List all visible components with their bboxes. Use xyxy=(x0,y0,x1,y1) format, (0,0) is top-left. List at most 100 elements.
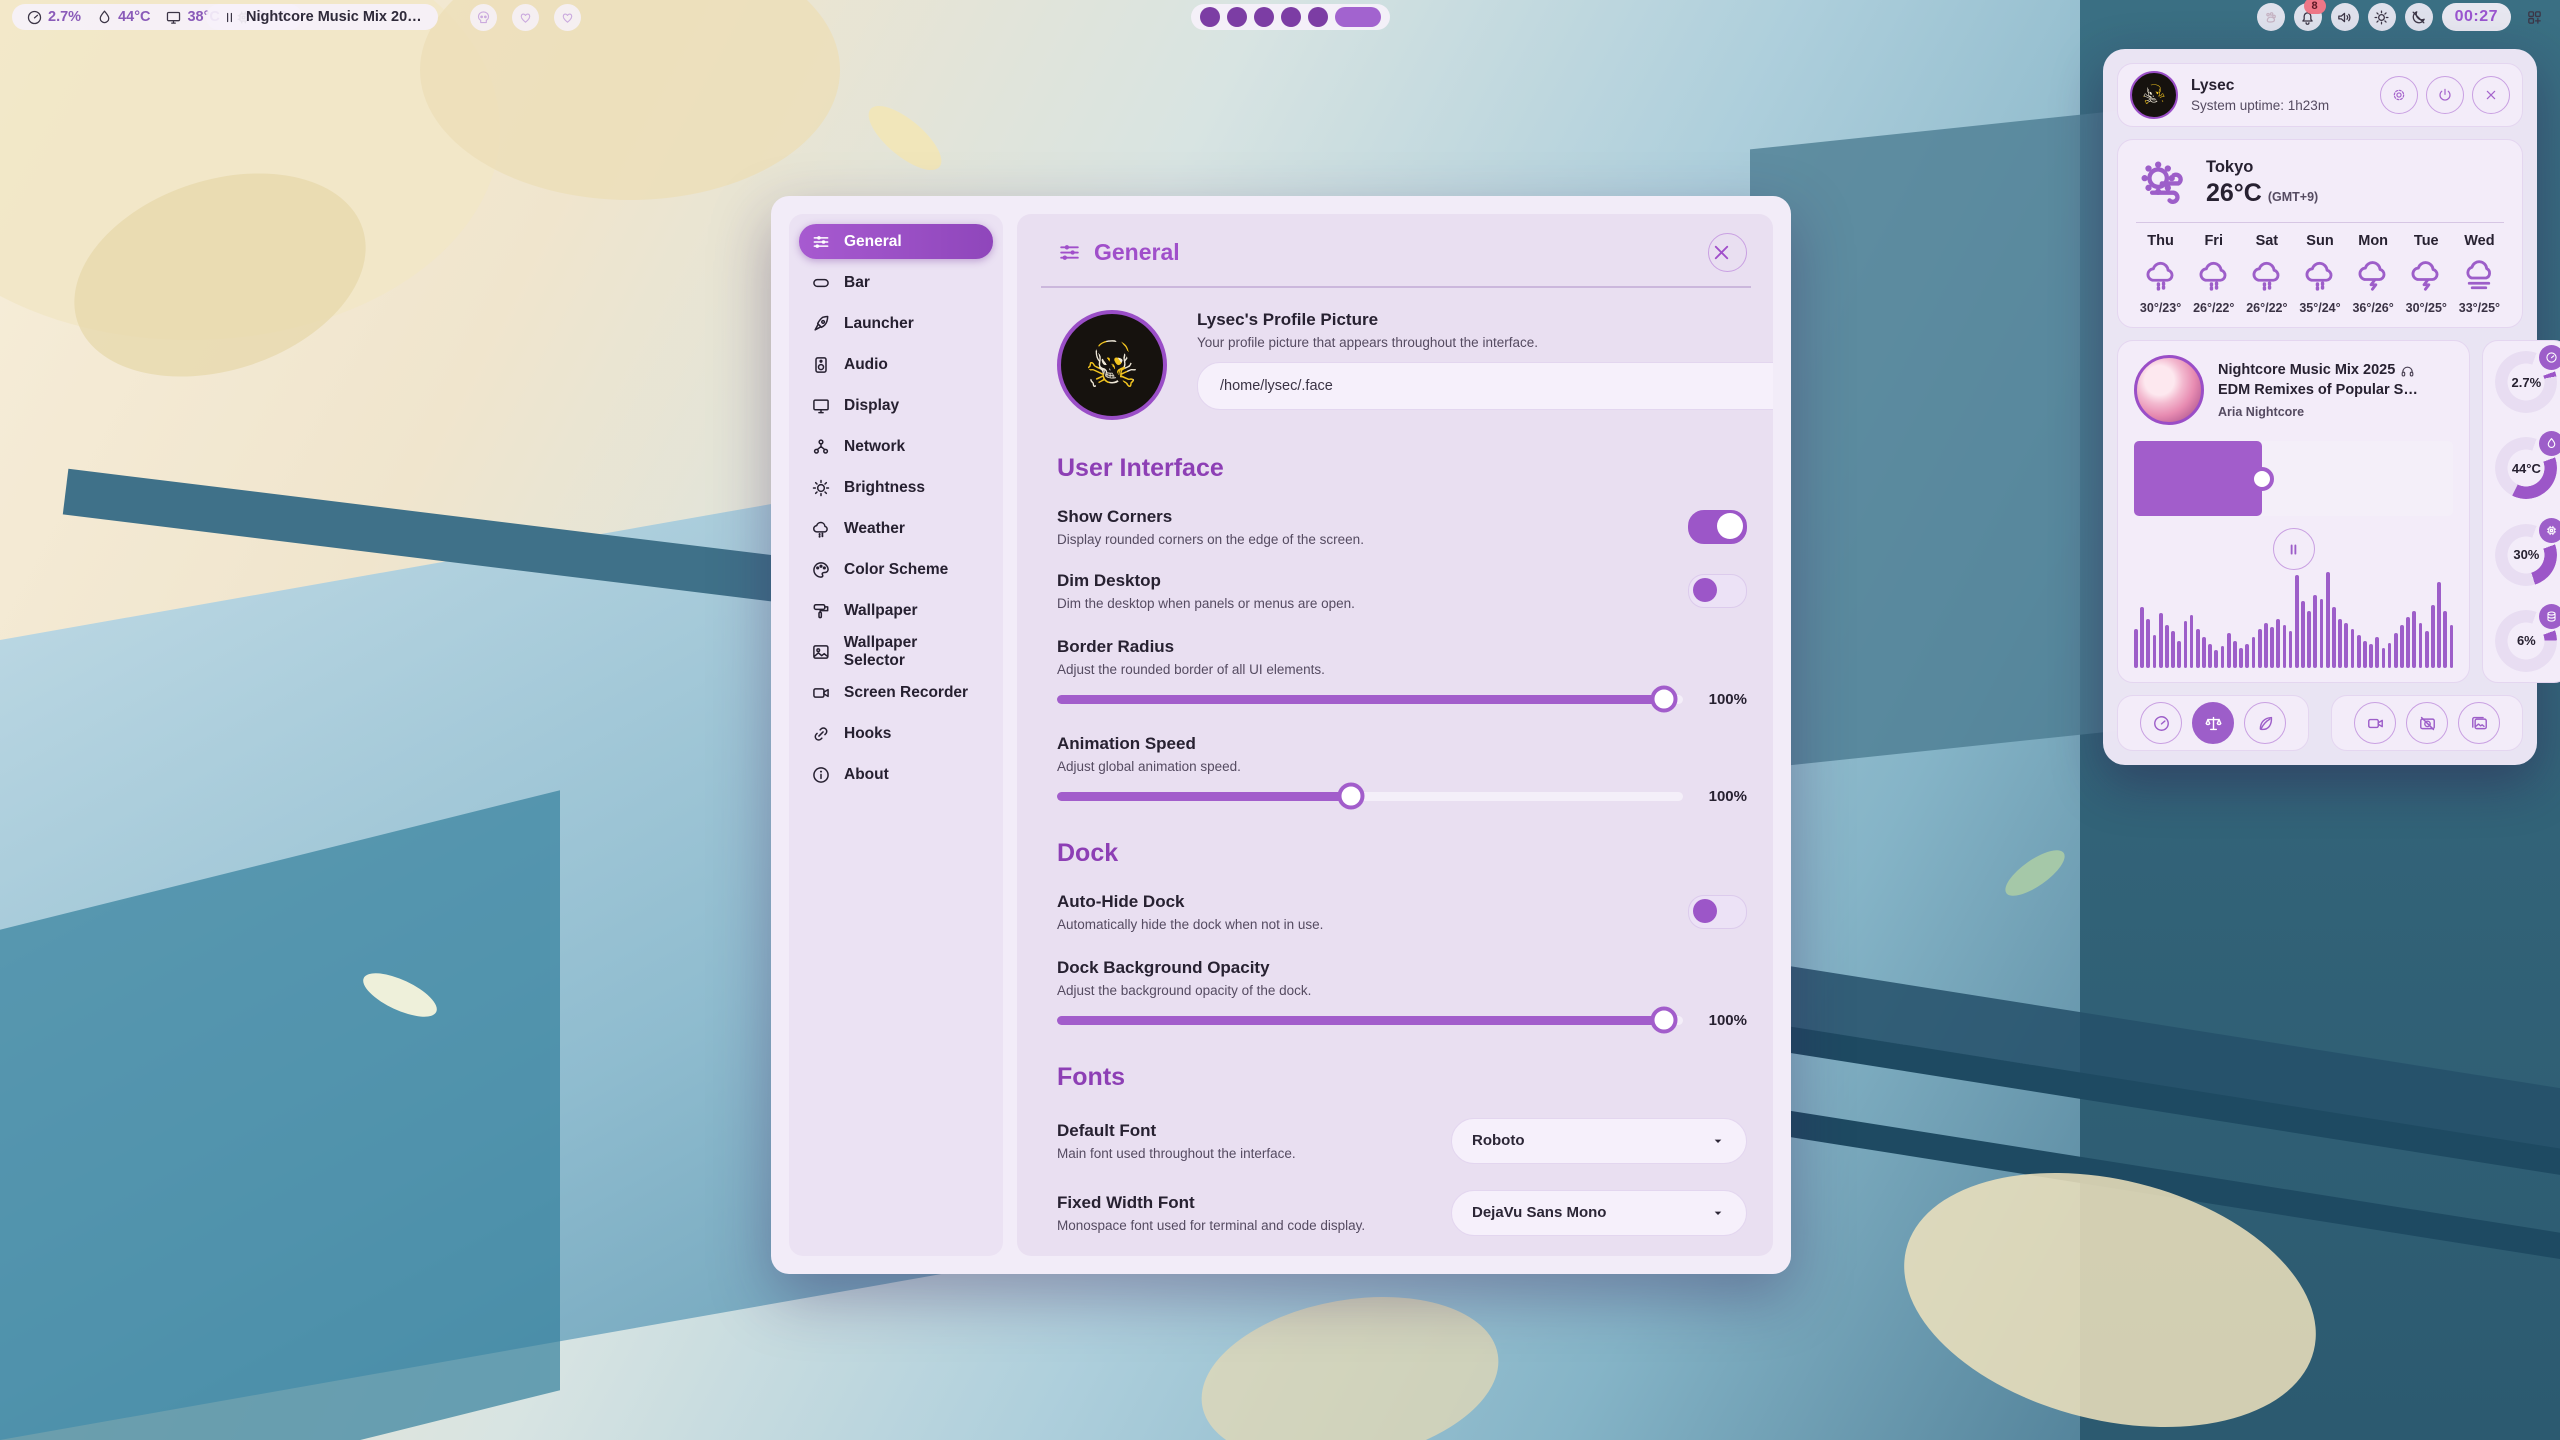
sidebar-item-network[interactable]: Network xyxy=(799,429,993,464)
video-icon xyxy=(2366,714,2385,733)
balanced-profile-button[interactable] xyxy=(2192,702,2234,744)
section-heading-fonts: Fonts xyxy=(1057,1063,1747,1092)
notifications-button[interactable]: 8 xyxy=(2294,3,2322,31)
workspace-active-indicator[interactable] xyxy=(1335,7,1381,27)
slider-thumb[interactable] xyxy=(1338,783,1365,810)
tray-app-button[interactable] xyxy=(2257,3,2285,31)
sidebar-item-label: Display xyxy=(844,397,899,415)
visualizer-bar xyxy=(2270,627,2274,668)
cloud-rain-icon xyxy=(2249,257,2285,293)
sidebar-item-bar[interactable]: Bar xyxy=(799,265,993,300)
visualizer-bar xyxy=(2450,625,2454,668)
cloud-rain-icon xyxy=(2143,257,2179,293)
visualizer-bar xyxy=(2400,625,2404,668)
paint-roller-icon xyxy=(811,601,831,621)
info-icon xyxy=(811,765,831,785)
auto-hide-dock-toggle[interactable] xyxy=(1688,895,1747,929)
workspace-dot[interactable] xyxy=(1227,7,1247,27)
system-gauges: 2.7% 44°C 30% 6% xyxy=(2482,340,2560,683)
sidebar-item-about[interactable]: About xyxy=(799,757,993,792)
slider-thumb[interactable] xyxy=(2250,467,2274,491)
visualizer-bar xyxy=(2153,635,2157,668)
wallpaper-button[interactable] xyxy=(2458,702,2500,744)
cloud-rain-icon xyxy=(2302,257,2338,293)
clock-module[interactable]: 00:27 xyxy=(2442,3,2511,31)
visualizer-bar xyxy=(2239,648,2243,668)
sidebar-item-audio[interactable]: Audio xyxy=(799,347,993,382)
sidebar-item-wallpaper-selector[interactable]: Wallpaper Selector xyxy=(799,634,993,669)
animation-speed-slider[interactable] xyxy=(1057,792,1683,801)
workspace-dot[interactable] xyxy=(1281,7,1301,27)
close-settings-button[interactable] xyxy=(1708,233,1747,272)
brightness-button[interactable] xyxy=(2368,3,2396,31)
scales-icon xyxy=(2204,714,2223,733)
monitor-icon xyxy=(165,9,182,26)
sidebar-item-weather[interactable]: Weather xyxy=(799,511,993,546)
sidebar-item-color-scheme[interactable]: Color Scheme xyxy=(799,552,993,587)
workspace-dot[interactable] xyxy=(1254,7,1274,27)
fixed-font-dropdown[interactable]: DejaVu Sans Mono xyxy=(1451,1190,1747,1236)
quick-launch-heart-1[interactable] xyxy=(512,4,539,31)
slider-thumb[interactable] xyxy=(1651,686,1678,713)
cpu-usage-stat: 2.7% xyxy=(26,9,81,26)
visualizer-bar xyxy=(2406,617,2410,668)
visualizer-bar xyxy=(2363,641,2367,668)
profile-path-input[interactable]: /home/lysec/.face xyxy=(1197,362,1773,410)
sidebar-item-general[interactable]: General xyxy=(799,224,993,259)
sidebar-item-label: Weather xyxy=(844,520,905,538)
power-saver-profile-button[interactable] xyxy=(2244,702,2286,744)
show-corners-toggle[interactable] xyxy=(1688,510,1747,544)
rocket-icon xyxy=(811,314,831,334)
setting-row-show-corners: Show Corners Display rounded corners on … xyxy=(1057,507,1747,547)
slider-thumb[interactable] xyxy=(1651,1007,1678,1034)
screenshot-button[interactable] xyxy=(2406,702,2448,744)
screen-record-button[interactable] xyxy=(2354,702,2396,744)
default-font-dropdown[interactable]: Roboto xyxy=(1451,1118,1747,1164)
grid-plus-icon xyxy=(2526,9,2543,26)
close-panel-button[interactable] xyxy=(2472,76,2510,114)
network-icon xyxy=(811,437,831,457)
sidebar-item-wallpaper[interactable]: Wallpaper xyxy=(799,593,993,628)
overview-button[interactable] xyxy=(2520,3,2548,31)
sun-wind-icon xyxy=(2134,154,2192,212)
panel-settings-button[interactable] xyxy=(2380,76,2418,114)
sun-icon xyxy=(811,478,831,498)
chevron-down-icon xyxy=(1710,1205,1726,1221)
page-title: General xyxy=(1094,239,1708,266)
media-progress-slider[interactable] xyxy=(2134,441,2453,516)
sidebar-item-display[interactable]: Display xyxy=(799,388,993,423)
quick-launch-skull[interactable] xyxy=(470,4,497,31)
visualizer-bar xyxy=(2443,611,2447,668)
sidebar-item-brightness[interactable]: Brightness xyxy=(799,470,993,505)
volume-button[interactable] xyxy=(2331,3,2359,31)
headphones-icon xyxy=(2400,364,2415,379)
dim-desktop-toggle[interactable] xyxy=(1688,574,1747,608)
profile-avatar[interactable]: ☠ xyxy=(1057,310,1167,420)
performance-profile-button[interactable] xyxy=(2140,702,2182,744)
visualizer-bar xyxy=(2332,607,2336,668)
desktop: 2.7% 44°C 38°C 9.6G Nightcore Music Mix … xyxy=(0,0,2560,1440)
pause-icon xyxy=(2286,542,2301,557)
cpu-temp-stat: 44°C xyxy=(96,9,150,26)
visualizer-bar xyxy=(2165,625,2169,668)
play-pause-button[interactable] xyxy=(2273,528,2315,570)
settings-scroll-area[interactable]: General ☠ Lysec's Profile Picture Your p… xyxy=(1017,214,1773,1242)
quick-launch-heart-2[interactable] xyxy=(554,4,581,31)
audio-visualizer xyxy=(2134,570,2453,668)
workspace-dot[interactable] xyxy=(1308,7,1328,27)
sidebar-item-hooks[interactable]: Hooks xyxy=(799,716,993,751)
power-button[interactable] xyxy=(2426,76,2464,114)
media-module[interactable]: Nightcore Music Mix 20… xyxy=(206,4,438,30)
sidebar-item-screen-recorder[interactable]: Screen Recorder xyxy=(799,675,993,710)
visualizer-bar xyxy=(2326,572,2330,668)
sidebar-item-launcher[interactable]: Launcher xyxy=(799,306,993,341)
night-light-button[interactable] xyxy=(2405,3,2433,31)
dock-opacity-slider[interactable] xyxy=(1057,1016,1683,1025)
border-radius-slider[interactable] xyxy=(1057,695,1683,704)
power-icon xyxy=(2437,87,2453,103)
gauge-icon xyxy=(2152,714,2171,733)
gauge-icon xyxy=(26,9,43,26)
settings-sidebar: General Bar Launcher Audio Display Netwo… xyxy=(789,214,1003,1256)
visualizer-bar xyxy=(2171,631,2175,668)
workspace-dot[interactable] xyxy=(1200,7,1220,27)
